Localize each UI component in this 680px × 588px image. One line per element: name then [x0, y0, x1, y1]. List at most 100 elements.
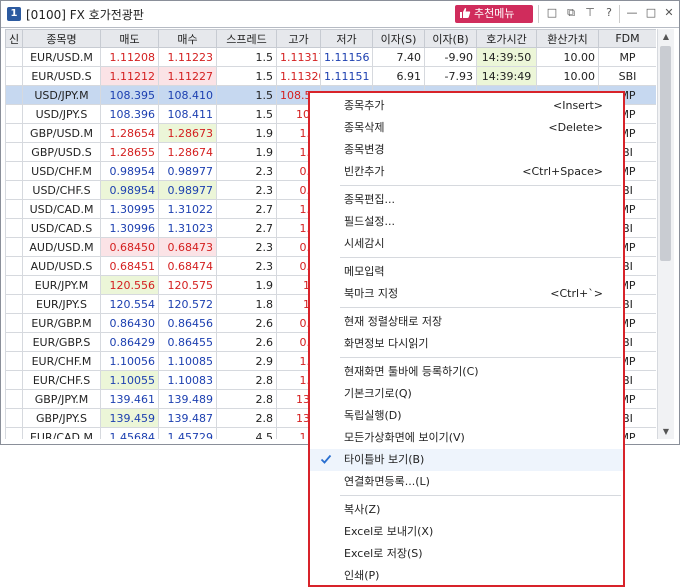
context-menu-item[interactable]: 모든가상화면에 보이기(V)	[310, 427, 623, 449]
scroll-up-icon[interactable]: ▲	[658, 29, 674, 44]
column-header[interactable]: 고가	[276, 29, 321, 48]
symbol-cell: USD/JPY.S	[22, 104, 101, 124]
column-header[interactable]: FDM	[598, 29, 656, 48]
symbol-cell: USD/CAD.M	[22, 199, 101, 219]
window-title: [0100] FX 호가전광판	[26, 8, 144, 22]
new-flag-cell	[5, 47, 23, 67]
maximize-icon[interactable]: □	[644, 6, 658, 20]
table-row[interactable]: EUR/USD.M1.112081.112231.51.113171.11156…	[5, 47, 656, 67]
menu-item-label: 시세감시	[344, 237, 385, 250]
sell-price-cell: 1.10056	[100, 351, 159, 371]
symbol-cell: AUD/USD.M	[22, 237, 101, 257]
column-header[interactable]: 스프레드	[216, 29, 277, 48]
spread-cell: 1.9	[216, 142, 277, 162]
recommend-menu-button[interactable]: 추천메뉴	[455, 5, 533, 23]
spread-cell: 1.9	[216, 275, 277, 295]
context-menu-item[interactable]: Excel로 보내기(X)	[310, 521, 623, 543]
column-header[interactable]: 환산가치	[536, 29, 599, 48]
context-menu-item[interactable]: 화면정보 다시읽기	[310, 333, 623, 355]
sell-price-cell: 1.11212	[100, 66, 159, 86]
menu-item-label: 빈칸추가	[344, 165, 385, 178]
thumbs-up-icon	[460, 8, 471, 18]
sell-price-cell: 108.395	[100, 85, 159, 105]
low-price-cell: 1.11151	[320, 66, 373, 86]
symbol-cell: USD/CHF.S	[22, 180, 101, 200]
spread-cell: 2.8	[216, 408, 277, 428]
column-header[interactable]: 저가	[320, 29, 373, 48]
sell-price-cell: 0.98954	[100, 161, 159, 181]
symbol-cell: EUR/GBP.S	[22, 332, 101, 352]
symbol-cell: EUR/JPY.M	[22, 275, 101, 295]
buy-price-cell: 0.68473	[158, 237, 217, 257]
context-menu-item[interactable]: 종목삭제 <Delete>	[310, 117, 623, 139]
context-menu-item[interactable]: 종목추가 <Insert>	[310, 95, 623, 117]
context-menu-item[interactable]: 복사(Z)	[310, 499, 623, 521]
minimize-icon[interactable]: —	[625, 6, 639, 20]
spread-cell: 2.7	[216, 199, 277, 219]
high-price-cell: 1.11320	[276, 66, 321, 86]
scroll-thumb[interactable]	[660, 46, 671, 261]
fdm-cell: MP	[598, 47, 656, 67]
context-menu-item[interactable]: 독립실행(D)	[310, 405, 623, 427]
pin-icon[interactable]: ⊤	[583, 6, 597, 20]
buy-price-cell: 1.28673	[158, 123, 217, 143]
spread-cell: 2.3	[216, 237, 277, 257]
sell-price-cell: 1.10055	[100, 370, 159, 390]
spread-cell: 1.9	[216, 123, 277, 143]
symbol-cell: EUR/CHF.S	[22, 370, 101, 390]
copy-window-icon[interactable]: ⧉	[564, 6, 578, 20]
menu-item-label: 독립실행(D)	[344, 409, 402, 422]
context-menu-item[interactable]: 연결화면등록...(L)	[310, 471, 623, 493]
toolbar-divider	[619, 5, 620, 23]
context-menu-item[interactable]: 타이틀바 보기(B)	[310, 449, 623, 471]
sell-price-cell: 0.86430	[100, 313, 159, 333]
spread-cell: 2.7	[216, 218, 277, 238]
context-menu-item[interactable]: 북마크 지정 <Ctrl+`>	[310, 283, 623, 305]
spread-cell: 2.8	[216, 389, 277, 409]
new-flag-cell	[5, 332, 23, 352]
vertical-scrollbar[interactable]: ▲ ▼	[657, 29, 674, 439]
column-header[interactable]: 이자(B)	[424, 29, 477, 48]
menu-item-label: 현재 정렬상태로 저장	[344, 315, 443, 328]
spread-cell: 1.5	[216, 47, 277, 67]
column-header[interactable]: 신	[5, 29, 23, 48]
context-menu-item[interactable]: 인쇄(P)	[310, 565, 623, 587]
context-menu-item[interactable]: Excel로 저장(S)	[310, 543, 623, 565]
close-icon[interactable]: ✕	[662, 6, 676, 20]
buy-price-cell: 0.68474	[158, 256, 217, 276]
buy-price-cell: 0.98977	[158, 180, 217, 200]
context-menu-item[interactable]: 빈칸추가 <Ctrl+Space>	[310, 161, 623, 183]
context-menu-item[interactable]: 종목변경	[310, 139, 623, 161]
menu-item-label: 종목추가	[344, 99, 385, 112]
menu-item-label: Excel로 보내기(X)	[344, 525, 434, 538]
context-menu-item[interactable]: 메모입력	[310, 261, 623, 283]
new-flag-cell	[5, 142, 23, 162]
column-header[interactable]: 매도	[100, 29, 159, 48]
title-bar[interactable]: 1 [0100] FX 호가전광판 추천메뉴 □ ⧉ ⊤? — □ ✕	[1, 1, 679, 28]
symbol-cell: EUR/JPY.S	[22, 294, 101, 314]
scroll-down-icon[interactable]: ▼	[658, 424, 674, 439]
column-header[interactable]: 이자(S)	[372, 29, 425, 48]
restore-layout-icon[interactable]: □	[545, 6, 559, 20]
symbol-cell: GBP/USD.S	[22, 142, 101, 162]
column-header[interactable]: 종목명	[22, 29, 101, 48]
context-menu-item[interactable]: 현재화면 툴바에 등록하기(C)	[310, 361, 623, 383]
sell-price-cell: 1.11208	[100, 47, 159, 67]
spread-cell: 1.8	[216, 294, 277, 314]
context-menu-item[interactable]: 기본크기로(Q)	[310, 383, 623, 405]
converted-value-cell: 10.00	[536, 66, 599, 86]
table-row[interactable]: EUR/USD.S1.112121.112271.51.113201.11151…	[5, 66, 656, 86]
column-header[interactable]: 매수	[158, 29, 217, 48]
converted-value-cell: 10.00	[536, 47, 599, 67]
column-header[interactable]: 호가시간	[476, 29, 537, 48]
buy-price-cell: 0.86455	[158, 332, 217, 352]
new-flag-cell	[5, 199, 23, 219]
context-menu-item[interactable]: 현재 정렬상태로 저장	[310, 311, 623, 333]
context-menu-item[interactable]: 시세감시	[310, 233, 623, 255]
help-icon[interactable]: ?	[602, 6, 616, 20]
context-menu-item[interactable]: 필드설정...	[310, 211, 623, 233]
sell-price-cell: 1.30996	[100, 218, 159, 238]
new-flag-cell	[5, 161, 23, 181]
context-menu-item[interactable]: 종목편집...	[310, 189, 623, 211]
menu-item-label: 북마크 지정	[344, 287, 399, 300]
